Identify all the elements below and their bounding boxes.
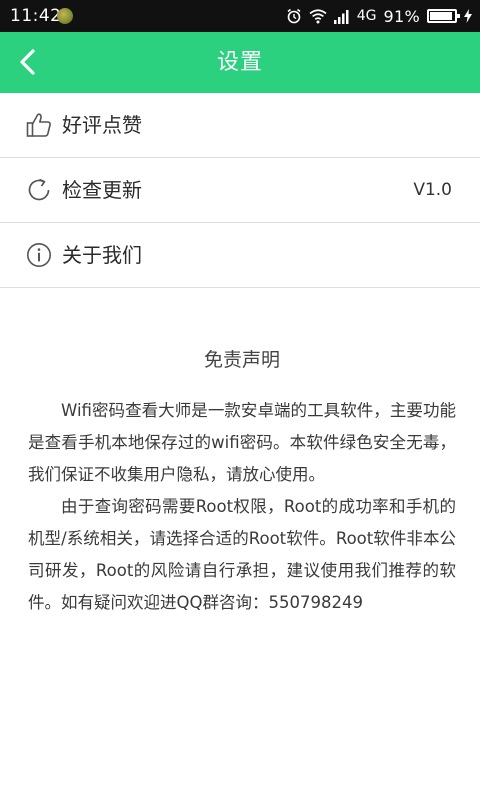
settings-menu: 好评点赞 检查更新 V1.0 关于我们 <box>0 93 480 288</box>
disclaimer-paragraph: 由于查询密码需要Root权限，Root的成功率和手机的机型/系统相关，请选择合适… <box>28 497 456 612</box>
disclaimer-body: Wifi密码查看大师是一款安卓端的工具软件，主要功能是查看手机本地保存过的wif… <box>28 395 456 619</box>
charging-icon <box>464 9 472 23</box>
menu-item-check-update[interactable]: 检查更新 V1.0 <box>0 158 480 223</box>
app-header: 设置 <box>0 32 480 93</box>
menu-item-label: 好评点赞 <box>62 113 142 137</box>
thumbs-up-icon <box>26 112 52 138</box>
menu-item-label: 检查更新 <box>62 178 142 202</box>
disclaimer-paragraph: Wifi密码查看大师是一款安卓端的工具软件，主要功能是查看手机本地保存过的wif… <box>28 401 456 484</box>
wifi-icon <box>309 8 327 24</box>
menu-item-about[interactable]: 关于我们 <box>0 223 480 288</box>
refresh-icon <box>26 177 52 203</box>
battery-level <box>430 12 452 20</box>
version-value: V1.0 <box>413 180 452 200</box>
status-icons: 4G 91% <box>286 5 472 27</box>
network-type: 4G <box>356 8 377 24</box>
info-icon <box>26 242 52 268</box>
battery-percent: 91% <box>383 6 420 26</box>
page-title: 设置 <box>216 50 263 75</box>
disclaimer-section: 免责声明 Wifi密码查看大师是一款安卓端的工具软件，主要功能是查看手机本地保存… <box>28 290 456 619</box>
signal-icon <box>333 9 350 24</box>
disclaimer-title: 免责声明 <box>203 349 280 371</box>
status-bar: 11:42 4G 91% <box>0 0 480 32</box>
battery-icon <box>427 9 460 23</box>
status-time: 11:42 <box>10 6 62 26</box>
alarm-icon <box>286 8 302 24</box>
menu-item-rate[interactable]: 好评点赞 <box>0 93 480 158</box>
menu-item-label: 关于我们 <box>62 243 142 267</box>
app-notification-icon <box>57 8 73 24</box>
